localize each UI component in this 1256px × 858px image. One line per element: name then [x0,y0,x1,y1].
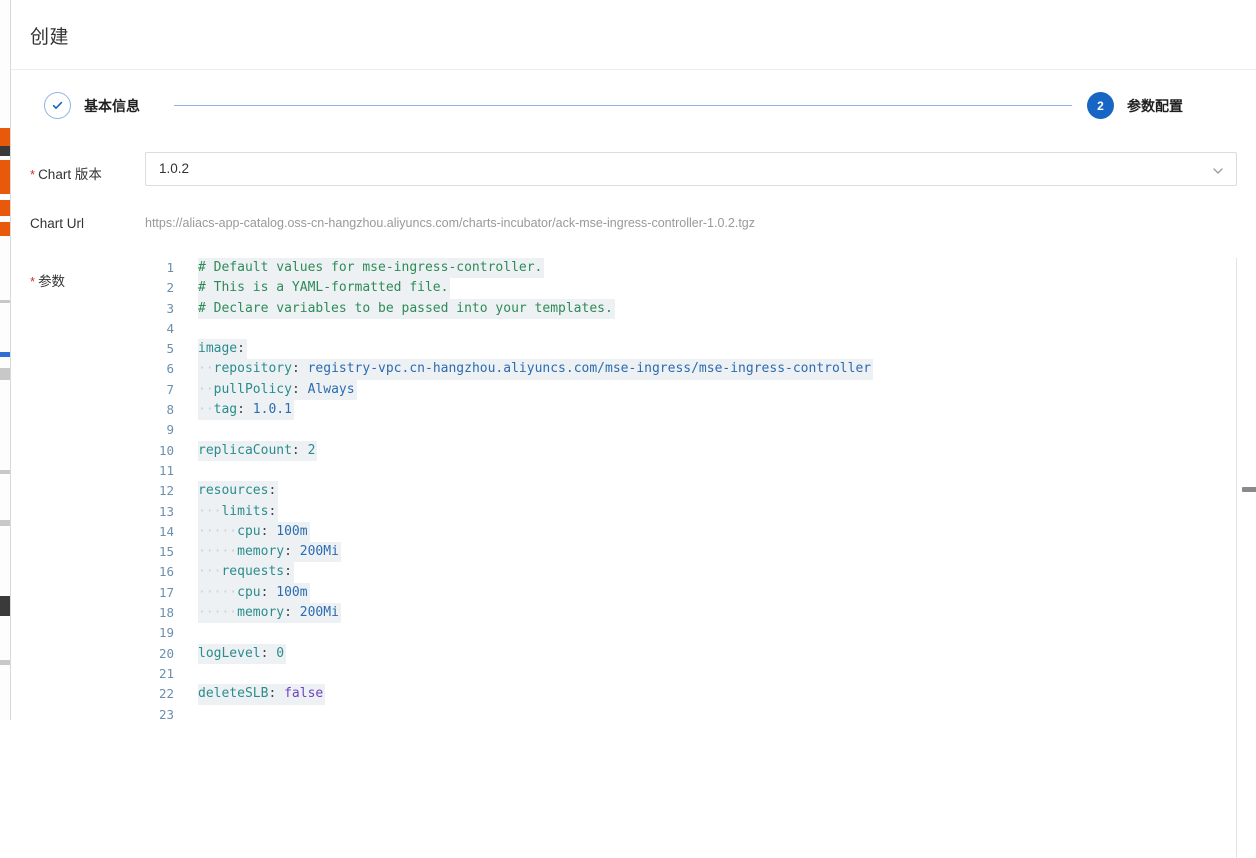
code-line[interactable]: 18 ·····memory: 200Mi [145,603,1236,624]
code-line[interactable]: 14 ·····cpu: 100m [145,521,1236,543]
step-1-label: 基本信息 [84,97,140,114]
code-text: resources: [198,481,279,502]
code-text: logLevel: 0 [198,643,287,664]
line-number: 16 [158,564,174,580]
code-line[interactable]: 6 ··repository: registry-vpc.cn-hangzhou.… [145,359,1236,380]
line-number: 2 [166,280,174,296]
line-number: 10 [158,442,174,458]
line-number: 17 [158,584,174,600]
line-number: 7 [166,381,174,397]
chart-version-select[interactable]: 1.0.2 [145,152,1237,186]
code-line[interactable]: 13 ···limits: [145,501,1236,522]
code-line[interactable]: 16 ···requests: [145,562,1236,583]
step-2-circle: 2 [1087,92,1114,119]
line-number: 22 [158,686,174,702]
line-number: 13 [158,503,174,519]
stepper-step-parameter-config[interactable]: 2 参数配置 [1087,92,1183,119]
chart-url-label: Chart Url [30,216,85,231]
code-line[interactable]: 23 [145,705,1236,725]
required-asterisk: * [30,274,36,289]
line-number: 19 [158,625,174,641]
code-line[interactable]: 17 ·····cpu: 100m [145,582,1236,604]
editor-scrollbar-handle[interactable] [1242,487,1256,492]
code-text: ··pullPolicy: Always [198,379,357,401]
line-number: 4 [166,320,174,336]
line-number: 5 [166,341,174,357]
page-title: 创建 [30,27,70,48]
code-text: ·····cpu: 100m [198,521,310,543]
step-1-circle [44,92,71,119]
step-2-number: 2 [1097,98,1104,113]
code-text: ·····memory: 200Mi [198,603,341,624]
code-text: # Declare variables to be passed into yo… [198,298,615,319]
code-line[interactable]: 3 # Declare variables to be passed into y… [145,298,1236,319]
line-number: 8 [166,402,174,418]
parameters-label-text: 参数 [38,274,66,289]
code-text: # Default values for mse-ingress-control… [198,258,545,279]
line-number: 9 [166,422,174,438]
chevron-down-icon[interactable] [1211,164,1225,182]
line-number: 3 [166,300,174,316]
code-line[interactable]: 9 [145,420,1236,440]
code-line[interactable]: 12 resources: [145,481,1236,502]
code-line[interactable]: 10 replicaCount: 2 [145,440,1236,461]
code-text: deleteSLB: false [198,684,326,705]
stepper-connector-line [174,105,1072,106]
chart-version-label: * Chart 版本 [30,163,102,183]
step-2-label: 参数配置 [1127,97,1183,114]
line-number: 23 [158,706,174,722]
line-number: 11 [158,462,174,478]
code-line[interactable]: 5 image: [145,339,1236,360]
code-line[interactable]: 7 ··pullPolicy: Always [145,379,1236,401]
code-text: # This is a YAML-formatted file. [198,278,451,299]
line-number: 1 [166,260,174,275]
code-line[interactable]: 22 deleteSLB: false [145,684,1236,705]
code-line[interactable]: 2 # This is a YAML-formatted file. [145,278,1236,299]
wizard-stepper: 基本信息 2 参数配置 [11,70,1256,138]
code-text: ···limits: [198,501,279,522]
code-line[interactable]: 20 logLevel: 0 [145,643,1236,664]
check-icon [51,99,64,112]
code-text: ··repository: registry-vpc.cn-hangzhou.a… [198,359,874,380]
code-text: image: [198,339,247,360]
line-number: 21 [158,665,174,681]
required-asterisk: * [30,167,36,182]
parameters-label: * 参数 [30,270,65,290]
code-text: ·····memory: 200Mi [198,542,341,563]
create-drawer: 创建 基本信息 2 参数配置 * Chart 版本 1.0.2 Chart Ur… [11,0,1256,858]
code-text: ·····cpu: 100m [198,582,310,604]
line-number: 15 [158,544,174,560]
code-text: replicaCount: 2 [198,440,318,461]
code-text: ···requests: [198,562,294,583]
editor-content[interactable]: 1 # Default values for mse-ingress-contro… [145,258,1236,725]
line-number: 6 [166,361,174,377]
yaml-code-editor[interactable]: 1 # Default values for mse-ingress-contro… [145,258,1237,858]
code-line[interactable]: 8 ··tag: 1.0.1 [145,400,1236,421]
drawer-header: 创建 [11,0,1256,70]
line-number: 12 [158,483,174,499]
stepper-step-basic-info[interactable]: 基本信息 [44,92,140,119]
code-line[interactable]: 19 [145,623,1236,643]
background-page-sliver [0,0,11,720]
code-line[interactable]: 4 [145,319,1236,339]
line-number: 20 [158,645,174,661]
code-line[interactable]: 11 [145,461,1236,481]
line-number: 18 [158,605,174,621]
code-line[interactable]: 15 ·····memory: 200Mi [145,542,1236,563]
chart-url-value: https://aliacs-app-catalog.oss-cn-hangzh… [145,216,755,230]
code-line[interactable]: 1 # Default values for mse-ingress-contro… [145,258,1236,279]
chart-version-selected-value: 1.0.2 [159,161,190,176]
code-line[interactable]: 21 [145,664,1236,684]
code-text: ··tag: 1.0.1 [198,400,294,421]
chart-version-label-text: Chart 版本 [38,167,102,182]
line-number: 14 [158,523,174,539]
